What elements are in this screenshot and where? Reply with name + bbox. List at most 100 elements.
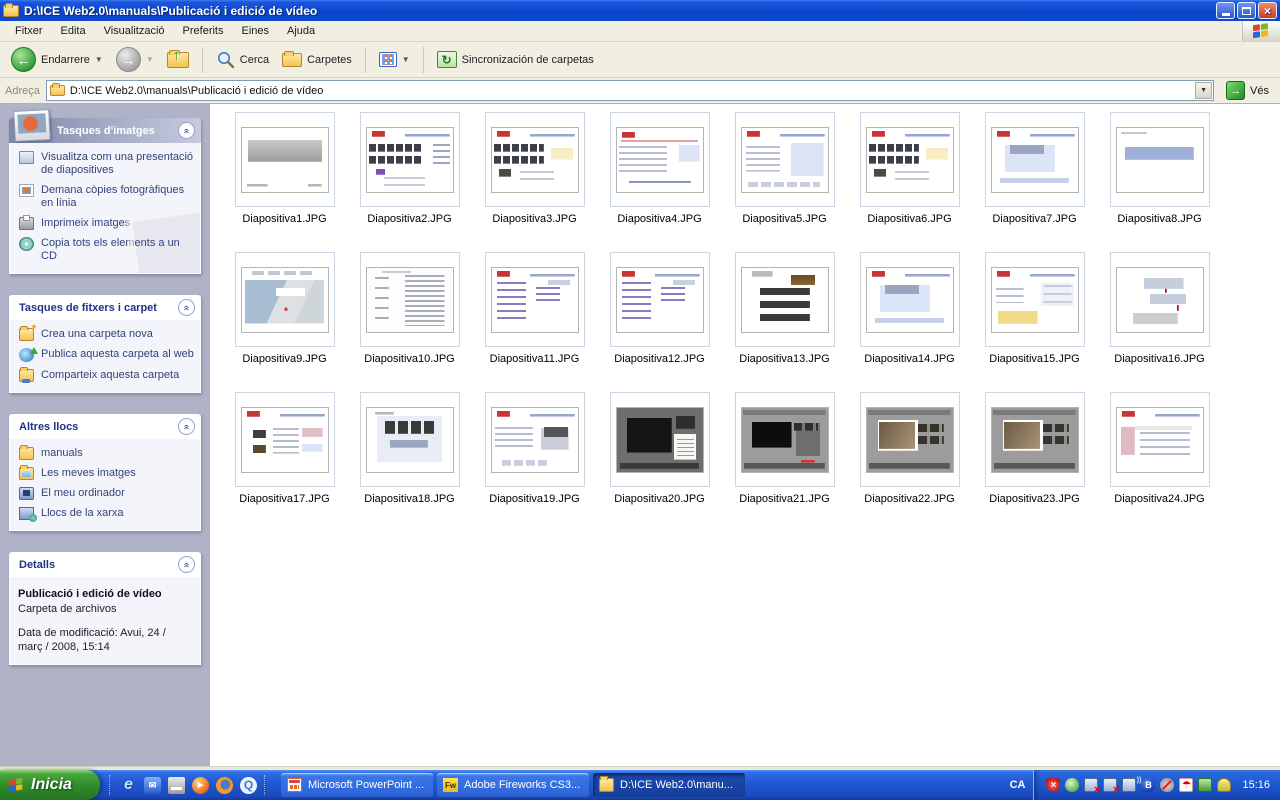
file-name[interactable]: Diapositiva6.JPG bbox=[867, 213, 951, 225]
quick-launch-separator[interactable] bbox=[109, 775, 113, 795]
file-thumbnail[interactable] bbox=[985, 392, 1085, 487]
file-name[interactable]: Diapositiva16.JPG bbox=[1114, 353, 1205, 365]
address-value[interactable]: D:\ICE Web2.0\manuals\Publicació i edici… bbox=[70, 85, 1190, 97]
file-thumbnail[interactable] bbox=[610, 252, 710, 347]
network-offline-1-icon[interactable] bbox=[1084, 778, 1098, 792]
file-item[interactable]: Diapositiva21.JPG bbox=[722, 389, 847, 529]
menu-favorites[interactable]: Preferits bbox=[174, 22, 233, 40]
file-item[interactable]: Diapositiva19.JPG bbox=[472, 389, 597, 529]
file-thumbnail[interactable] bbox=[610, 112, 710, 207]
file-thumbnail[interactable] bbox=[485, 252, 585, 347]
quick-launch-separator[interactable] bbox=[264, 775, 268, 795]
file-name[interactable]: Diapositiva7.JPG bbox=[992, 213, 1076, 225]
file-thumbnail[interactable] bbox=[360, 252, 460, 347]
file-name[interactable]: Diapositiva13.JPG bbox=[739, 353, 830, 365]
task-link[interactable]: manuals bbox=[19, 447, 194, 460]
file-thumbnail[interactable] bbox=[235, 392, 335, 487]
file-name[interactable]: Diapositiva1.JPG bbox=[242, 213, 326, 225]
file-name[interactable]: Diapositiva14.JPG bbox=[864, 353, 955, 365]
collapse-chevron-icon[interactable]: « bbox=[178, 122, 195, 139]
file-item[interactable]: Diapositiva17.JPG bbox=[222, 389, 347, 529]
wireless-icon[interactable] bbox=[1122, 778, 1136, 792]
file-item[interactable]: Diapositiva4.JPG bbox=[597, 109, 722, 249]
file-name[interactable]: Diapositiva17.JPG bbox=[239, 493, 330, 505]
file-item[interactable]: Diapositiva3.JPG bbox=[472, 109, 597, 249]
file-thumbnail[interactable] bbox=[360, 392, 460, 487]
menu-tools[interactable]: Eines bbox=[233, 22, 279, 40]
panel-file-tasks-header[interactable]: Tasques de fitxers i carpet « bbox=[9, 295, 201, 320]
scheduler-icon[interactable] bbox=[1065, 778, 1079, 792]
antivirus-icon[interactable] bbox=[1179, 778, 1193, 792]
panel-other-places-header[interactable]: Altres llocs « bbox=[9, 414, 201, 439]
sync-button[interactable]: ↻ Sincronización de carpetas bbox=[432, 48, 599, 71]
file-name[interactable]: Diapositiva24.JPG bbox=[1114, 493, 1205, 505]
views-button[interactable]: ▼ bbox=[374, 49, 415, 70]
mail-icon[interactable]: ✉ bbox=[144, 777, 161, 794]
go-button[interactable]: → Vés bbox=[1220, 81, 1275, 100]
language-indicator[interactable]: CA bbox=[1002, 770, 1034, 800]
show-desktop-icon[interactable] bbox=[168, 777, 185, 794]
media-player-icon[interactable]: ▶ bbox=[192, 777, 209, 794]
file-item[interactable]: Diapositiva23.JPG bbox=[972, 389, 1097, 529]
file-item[interactable]: Diapositiva9.JPG bbox=[222, 249, 347, 389]
input-device-icon[interactable] bbox=[1217, 778, 1231, 792]
file-list-area[interactable]: Diapositiva1.JPGDiapositiva2.JPGDiaposit… bbox=[210, 104, 1280, 766]
file-name[interactable]: Diapositiva8.JPG bbox=[1117, 213, 1201, 225]
file-thumbnail[interactable] bbox=[860, 112, 960, 207]
file-name[interactable]: Diapositiva5.JPG bbox=[742, 213, 826, 225]
taskbar-task-powerpoint[interactable]: Microsoft PowerPoint ... bbox=[281, 773, 433, 797]
network-offline-2-icon[interactable] bbox=[1103, 778, 1117, 792]
file-item[interactable]: Diapositiva13.JPG bbox=[722, 249, 847, 389]
file-item[interactable]: Diapositiva10.JPG bbox=[347, 249, 472, 389]
file-item[interactable]: Diapositiva7.JPG bbox=[972, 109, 1097, 249]
panel-details-header[interactable]: Detalls « bbox=[9, 552, 201, 577]
task-link[interactable]: Copia tots els elements a un CD bbox=[19, 237, 194, 263]
forward-button[interactable]: → ▼ bbox=[111, 44, 159, 75]
task-link[interactable]: Demana còpies fotogràfiques en línia bbox=[19, 184, 194, 210]
file-name[interactable]: Diapositiva22.JPG bbox=[864, 493, 955, 505]
file-thumbnail[interactable] bbox=[360, 112, 460, 207]
file-item[interactable]: Diapositiva20.JPG bbox=[597, 389, 722, 529]
task-link[interactable]: Crea una carpeta nova bbox=[19, 328, 194, 341]
menu-file[interactable]: Fitxer bbox=[6, 22, 52, 40]
file-thumbnail[interactable] bbox=[485, 392, 585, 487]
minimize-button[interactable] bbox=[1216, 2, 1235, 19]
address-field[interactable]: D:\ICE Web2.0\manuals\Publicació i edici… bbox=[46, 80, 1214, 101]
task-link[interactable]: Imprimeix imatges bbox=[19, 217, 194, 230]
close-button[interactable]: × bbox=[1258, 2, 1277, 19]
file-thumbnail[interactable] bbox=[985, 252, 1085, 347]
file-item[interactable]: Diapositiva16.JPG bbox=[1097, 249, 1222, 389]
file-name[interactable]: Diapositiva3.JPG bbox=[492, 213, 576, 225]
file-item[interactable]: Diapositiva22.JPG bbox=[847, 389, 972, 529]
address-dropdown-button[interactable]: ▼ bbox=[1195, 82, 1212, 99]
file-item[interactable]: Diapositiva5.JPG bbox=[722, 109, 847, 249]
start-button[interactable]: Inicia bbox=[0, 770, 100, 800]
file-name[interactable]: Diapositiva10.JPG bbox=[364, 353, 455, 365]
file-thumbnail[interactable] bbox=[735, 392, 835, 487]
file-thumbnail[interactable] bbox=[735, 112, 835, 207]
quicktime-icon[interactable]: Q bbox=[240, 777, 257, 794]
folders-button[interactable]: Carpetes bbox=[277, 50, 357, 70]
task-link[interactable]: Les meves imatges bbox=[19, 467, 194, 480]
file-item[interactable]: Diapositiva8.JPG bbox=[1097, 109, 1222, 249]
task-link[interactable]: Visualitza com una presentació de diapos… bbox=[19, 151, 194, 177]
file-item[interactable]: Diapositiva18.JPG bbox=[347, 389, 472, 529]
file-thumbnail[interactable] bbox=[1110, 392, 1210, 487]
back-dropdown-icon[interactable]: ▼ bbox=[95, 55, 103, 64]
file-name[interactable]: Diapositiva12.JPG bbox=[614, 353, 705, 365]
firefox-icon[interactable] bbox=[216, 777, 233, 794]
file-thumbnail[interactable] bbox=[985, 112, 1085, 207]
search-button[interactable]: Cerca bbox=[211, 47, 274, 72]
restore-button[interactable] bbox=[1237, 2, 1256, 19]
file-item[interactable]: Diapositiva11.JPG bbox=[472, 249, 597, 389]
taskbar-task-folder[interactable]: D:\ICE Web2.0\manu... bbox=[593, 773, 745, 797]
file-thumbnail[interactable] bbox=[860, 392, 960, 487]
file-thumbnail[interactable] bbox=[1110, 252, 1210, 347]
file-thumbnail[interactable] bbox=[235, 252, 335, 347]
up-button[interactable]: ↑ bbox=[162, 49, 194, 71]
mute-icon[interactable] bbox=[1160, 778, 1174, 792]
menu-edit[interactable]: Edita bbox=[52, 22, 95, 40]
file-name[interactable]: Diapositiva4.JPG bbox=[617, 213, 701, 225]
views-dropdown-icon[interactable]: ▼ bbox=[402, 55, 410, 64]
file-name[interactable]: Diapositiva21.JPG bbox=[739, 493, 830, 505]
